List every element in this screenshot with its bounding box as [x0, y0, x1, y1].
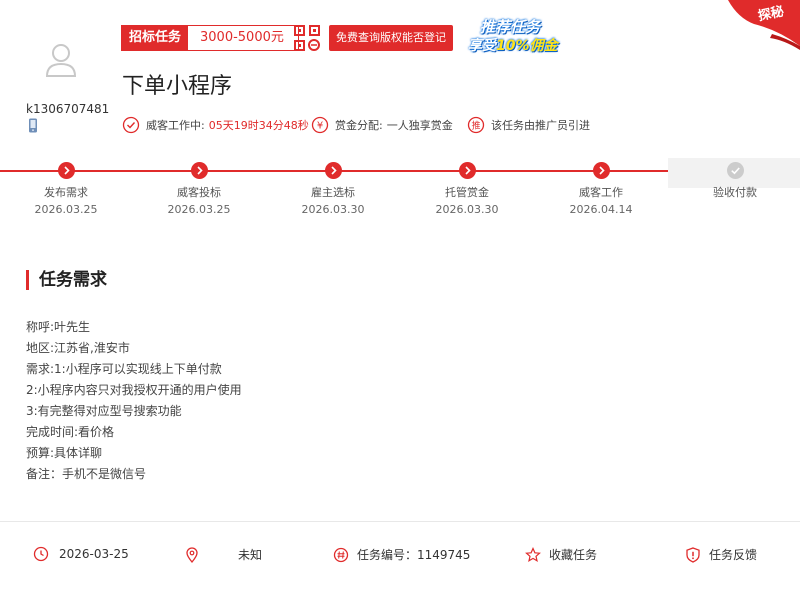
work-status: 威客工作中: 05天19时34分48秒	[122, 116, 309, 134]
step-label: 托管赏金	[445, 186, 489, 199]
star-icon	[525, 546, 541, 562]
requirement-line: 预算:具体详聊	[26, 446, 103, 460]
reward-distribution: ¥ 赏金分配: 一人独享赏金	[311, 116, 453, 134]
promo-line2: 享受10%佣金	[468, 38, 558, 54]
work-countdown: 05天19时34分48秒	[208, 119, 309, 132]
requirement-line: 需求:1:小程序可以实现线上下单付款	[26, 362, 222, 376]
step-accept: 验收付款	[675, 162, 795, 203]
chevron-right-icon	[324, 162, 342, 179]
step-label: 威客投标	[177, 186, 221, 199]
requirement-line: 完成时间:看价格	[26, 425, 115, 439]
yen-icon: ¥	[311, 116, 329, 134]
clock-icon	[33, 546, 49, 562]
badge-label: 招标任务	[122, 26, 189, 50]
chevron-right-icon	[458, 162, 476, 179]
task-footer: 2026-03-25 未知 任务编号：1149745 收藏任务 任务反馈	[0, 521, 800, 590]
svg-text:¥: ¥	[317, 121, 323, 132]
user-avatar-icon[interactable]	[44, 42, 78, 78]
qr-code-icon[interactable]	[293, 24, 321, 52]
step-label: 发布需求	[44, 186, 88, 199]
chevron-right-icon	[57, 162, 75, 179]
bid-task-badge: 招标任务 3000-5000元	[121, 25, 299, 51]
task-number-value: 任务编号：1149745	[357, 548, 471, 562]
copyright-check-button[interactable]: 免费查询版权能否登记	[329, 25, 453, 51]
step-publish: 发布需求 2026.03.25	[6, 162, 126, 216]
phone-icon	[29, 118, 37, 133]
chevron-right-icon	[190, 162, 208, 179]
step-date: 2026.03.30	[301, 203, 365, 216]
section-title: 任务需求	[26, 270, 107, 290]
requirement-line: 称呼:叶先生	[26, 320, 91, 334]
task-number: 任务编号：1149745	[333, 546, 470, 563]
publish-date: 2026-03-25	[33, 546, 129, 562]
explore-corner-ribbon[interactable]: 探秘	[720, 0, 800, 50]
requirements-list: 称呼:叶先生 地区:江苏省,淮安市 需求:1:小程序可以实现线上下单付款 2:小…	[26, 317, 242, 485]
step-label: 威客工作	[579, 186, 623, 199]
step-date: 2026.03.25	[34, 203, 98, 216]
favorite-label: 收藏任务	[549, 548, 598, 562]
requirement-line: 备注：手机不是微信号	[26, 467, 147, 481]
requirement-line: 地区:江苏省,淮安市	[26, 341, 130, 355]
requirement-line: 2:小程序内容只对我授权开通的用户使用	[26, 383, 242, 397]
check-icon	[726, 162, 744, 179]
task-location: 未知	[184, 546, 262, 563]
chevron-right-icon	[592, 162, 610, 179]
task-title: 下单小程序	[122, 74, 233, 99]
step-work: 威客工作 2026.04.14	[541, 162, 661, 216]
svg-text:推: 推	[471, 120, 480, 132]
task-feedback-button[interactable]: 任务反馈	[685, 546, 757, 563]
reward-label: 赏金分配:	[335, 119, 383, 132]
shield-alert-icon	[686, 546, 700, 563]
feedback-label: 任务反馈	[709, 548, 758, 562]
promoter-icon: 推	[467, 116, 485, 134]
hash-icon	[333, 547, 349, 562]
username[interactable]: k1306707481	[26, 102, 109, 116]
favorite-task-button[interactable]: 收藏任务	[525, 546, 597, 563]
promoter-text: 该任务由推广员引进	[491, 119, 590, 132]
reward-value: 一人独享赏金	[386, 119, 453, 132]
promo-line1: 推荐任务	[480, 18, 541, 36]
requirement-line: 3:有完整得对应型号搜索功能	[26, 404, 182, 418]
location-value: 未知	[238, 548, 263, 562]
clock-icon	[122, 116, 140, 134]
step-date: 2026.03.25	[167, 203, 231, 216]
publish-date-value: 2026-03-25	[59, 547, 129, 561]
step-date: 2026.04.14	[569, 203, 633, 216]
work-status-label: 威客工作中:	[146, 119, 205, 132]
step-escrow: 托管赏金 2026.03.30	[407, 162, 527, 216]
step-date: 2026.03.30	[435, 203, 499, 216]
step-label: 验收付款	[713, 186, 757, 199]
budget-range: 3000-5000元	[188, 26, 298, 50]
task-progress: 发布需求 2026.03.25 威客投标 2026.03.25 雇主选标 202…	[0, 158, 800, 218]
step-select: 雇主选标 2026.03.30	[273, 162, 393, 216]
promo-banner[interactable]: 推荐任务 享受10%佣金	[462, 16, 570, 54]
location-pin-icon	[186, 546, 198, 563]
step-label: 雇主选标	[311, 186, 355, 199]
step-bid: 威客投标 2026.03.25	[139, 162, 259, 216]
promoter-note: 推 该任务由推广员引进	[467, 116, 590, 134]
